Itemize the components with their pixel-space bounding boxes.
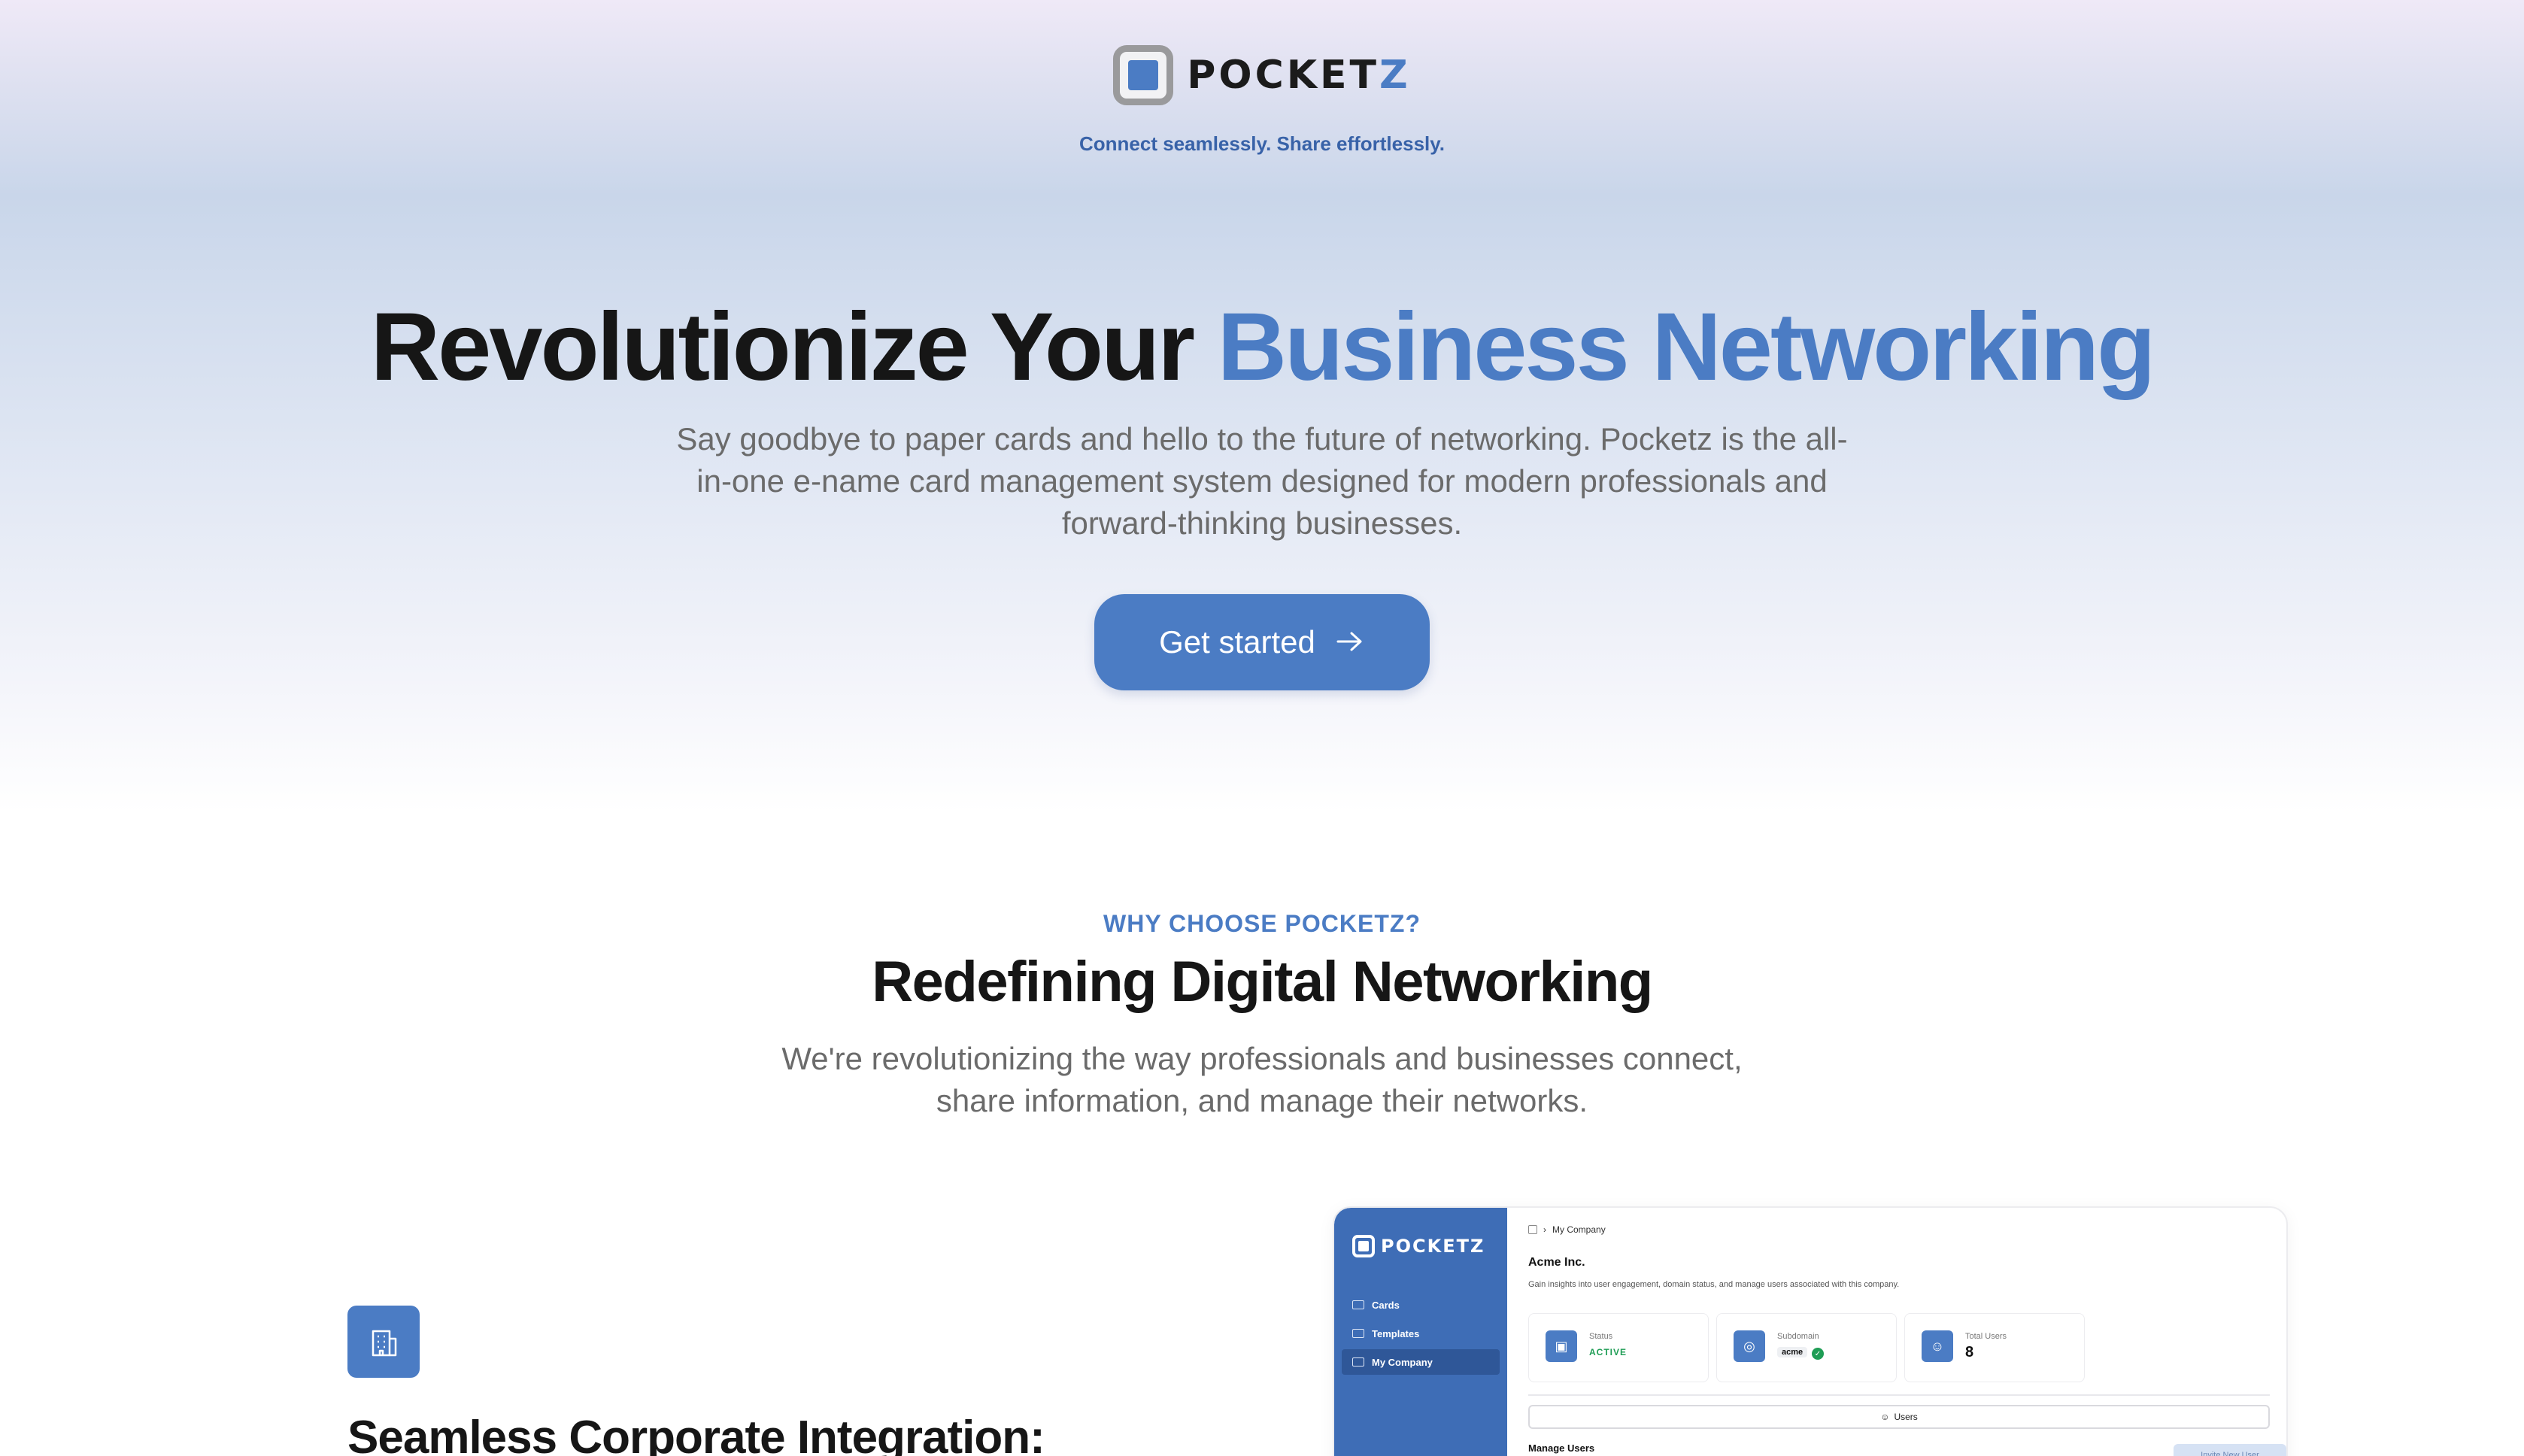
status-badge: ACTIVE — [1589, 1347, 1628, 1357]
sidebar-item-my-company[interactable]: My Company — [1342, 1349, 1500, 1375]
sidebar-item-cards[interactable]: Cards — [1342, 1292, 1500, 1318]
hero-subtitle: Say goodbye to paper cards and hello to … — [676, 421, 1848, 541]
get-started-label: Get started — [1159, 624, 1315, 660]
manage-users-heading: Manage Users — [1528, 1442, 1595, 1454]
chart-icon: ▣ — [1546, 1330, 1577, 1362]
breadcrumb[interactable]: › My Company — [1528, 1224, 1606, 1235]
section-title: Redefining Digital Networking — [872, 950, 1653, 1014]
users-icon: ☺ — [1922, 1330, 1953, 1362]
arrow-right-icon — [1335, 623, 1365, 661]
brand-logo[interactable]: POCKETZ — [0, 45, 2524, 105]
subdomain-card: ◎ Subdomain acme ✓ — [1716, 1313, 1897, 1382]
cards-icon — [1352, 1300, 1364, 1309]
feature-title: Seamless Corporate Integration: — [347, 1412, 1045, 1456]
dashboard-main: › My Company Acme Inc. Gain insights into… — [1528, 1208, 2286, 1456]
dashboard-logo: POCKETZ — [1352, 1235, 1485, 1257]
pocketz-logo-icon — [1113, 45, 1174, 105]
get-started-button[interactable]: Get started — [1094, 594, 1430, 690]
building-icon — [347, 1306, 420, 1378]
check-icon: ✓ — [1812, 1348, 1824, 1360]
divider — [1528, 1394, 2270, 1396]
dashboard-preview: POCKETZ Cards Templates My Company › My C… — [1333, 1206, 2288, 1456]
hero-headline: Revolutionize Your Business Networking — [370, 293, 2156, 401]
users-icon: ☺ — [1880, 1412, 1890, 1422]
dashboard-sidebar: POCKETZ Cards Templates My Company — [1334, 1208, 1507, 1456]
total-users-card: ☺ Total Users 8 — [1904, 1313, 2085, 1382]
brand-wordmark: POCKETZ — [1187, 53, 1411, 98]
company-description: Gain insights into user engagement, doma… — [1528, 1280, 1900, 1289]
templates-icon — [1352, 1329, 1364, 1338]
section-subtitle: We're revolutionizing the way profession… — [781, 1041, 1743, 1118]
tab-users[interactable]: ☺ Users — [1528, 1405, 2270, 1429]
globe-icon: ◎ — [1734, 1330, 1765, 1362]
home-icon — [1528, 1225, 1537, 1234]
hero-section — [0, 0, 2524, 812]
company-name: Acme Inc. — [1528, 1256, 1585, 1269]
brand-tagline: Connect seamlessly. Share effortlessly. — [1078, 132, 1446, 155]
sidebar-item-templates[interactable]: Templates — [1342, 1321, 1500, 1346]
company-icon — [1352, 1357, 1364, 1367]
section-eyebrow: WHY CHOOSE POCKETZ? — [1103, 910, 1421, 937]
invite-user-button[interactable]: Invite New User — [2174, 1444, 2286, 1456]
status-card: ▣ Status ACTIVE — [1528, 1313, 1709, 1382]
